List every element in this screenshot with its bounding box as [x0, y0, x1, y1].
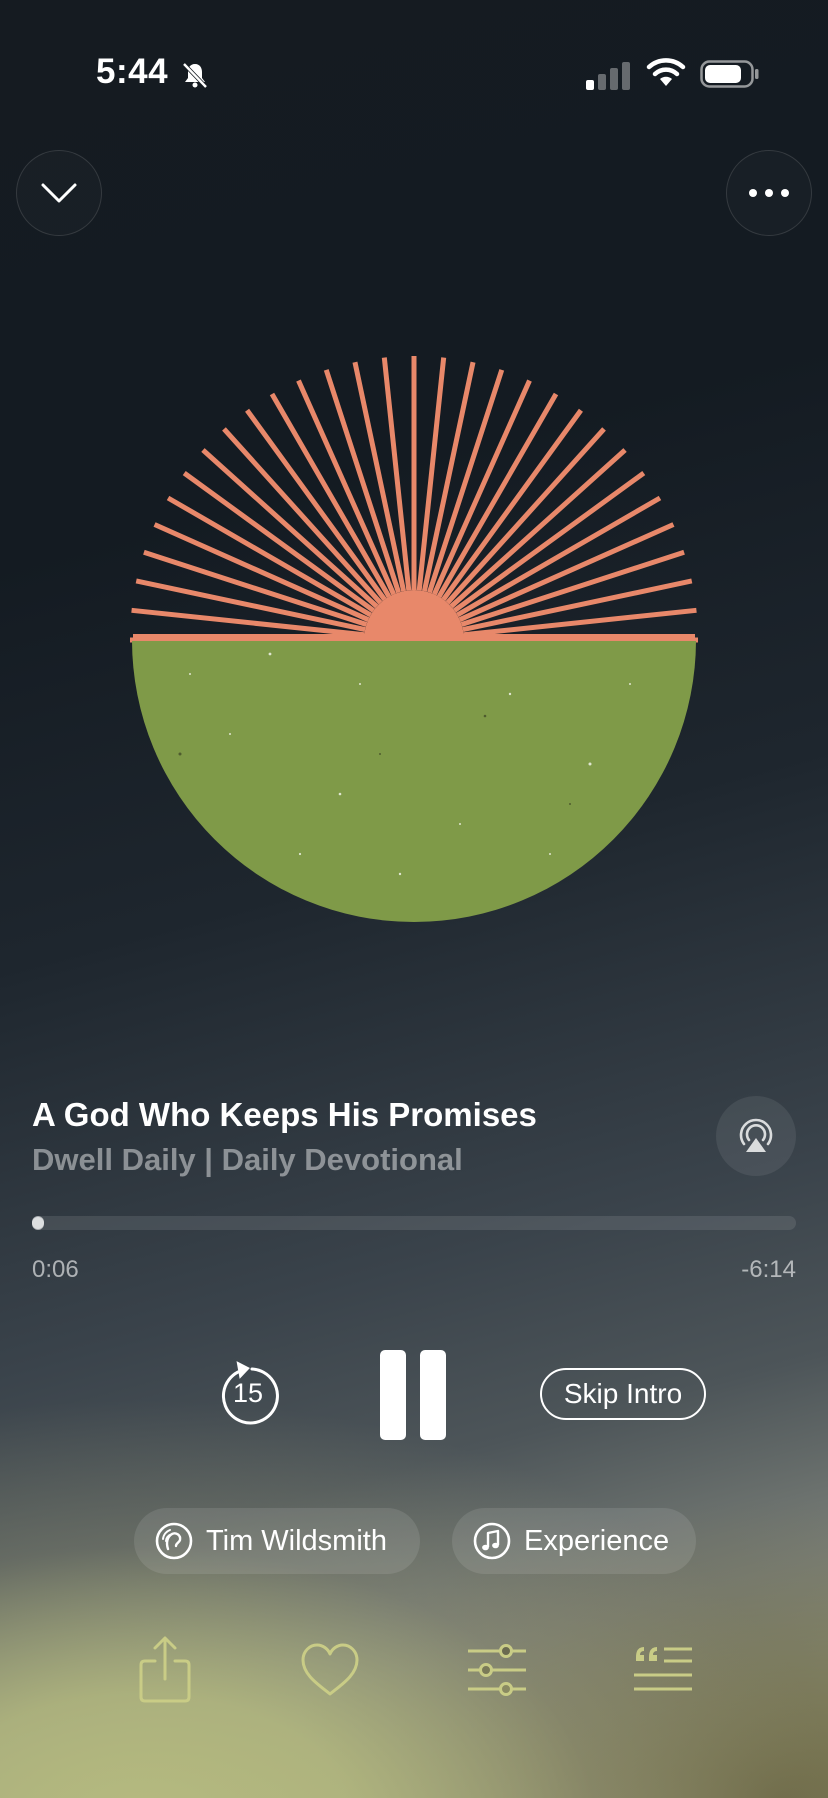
pause-button[interactable] [380, 1350, 446, 1440]
experience-label: Experience [524, 1524, 670, 1557]
narrator-button[interactable]: Tim Wildsmith [134, 1508, 420, 1574]
airplay-button[interactable] [716, 1096, 796, 1176]
status-time: 5:44 [96, 52, 169, 91]
chevron-down-icon [41, 183, 77, 203]
quote-list-icon [634, 1647, 692, 1691]
narrator-label: Tim Wildsmith [206, 1524, 387, 1557]
sliders-icon [468, 1644, 526, 1696]
remaining-time: -6:14 [741, 1256, 796, 1283]
experience-button[interactable]: Experience [452, 1508, 696, 1574]
battery-icon [700, 60, 759, 88]
cellular-signal-icon [586, 62, 630, 90]
collapse-button[interactable] [16, 150, 102, 236]
progress-slider[interactable] [32, 1216, 796, 1230]
like-button[interactable] [295, 1632, 365, 1708]
rewind-seconds-label: 15 [232, 1378, 264, 1408]
transcript-button[interactable] [628, 1632, 698, 1708]
music-note-icon [473, 1522, 511, 1560]
share-button[interactable] [130, 1632, 200, 1708]
voice-icon [155, 1522, 193, 1560]
skip-intro-button[interactable]: Skip Intro [540, 1368, 706, 1420]
episode-title: A God Who Keeps His Promises [32, 1096, 537, 1133]
bell-slash-icon [182, 62, 208, 89]
elapsed-time: 0:06 [32, 1256, 79, 1283]
podcast-artwork [130, 356, 698, 922]
heart-icon [301, 1643, 359, 1696]
ellipsis-icon [749, 189, 789, 197]
share-icon [139, 1636, 191, 1703]
show-subtitle[interactable]: Dwell Daily | Daily Devotional [32, 1142, 463, 1178]
pause-icon [380, 1350, 406, 1440]
audio-settings-button[interactable] [462, 1632, 532, 1708]
wifi-icon [646, 58, 686, 86]
more-options-button[interactable] [726, 150, 812, 236]
airplay-icon [739, 1118, 773, 1152]
